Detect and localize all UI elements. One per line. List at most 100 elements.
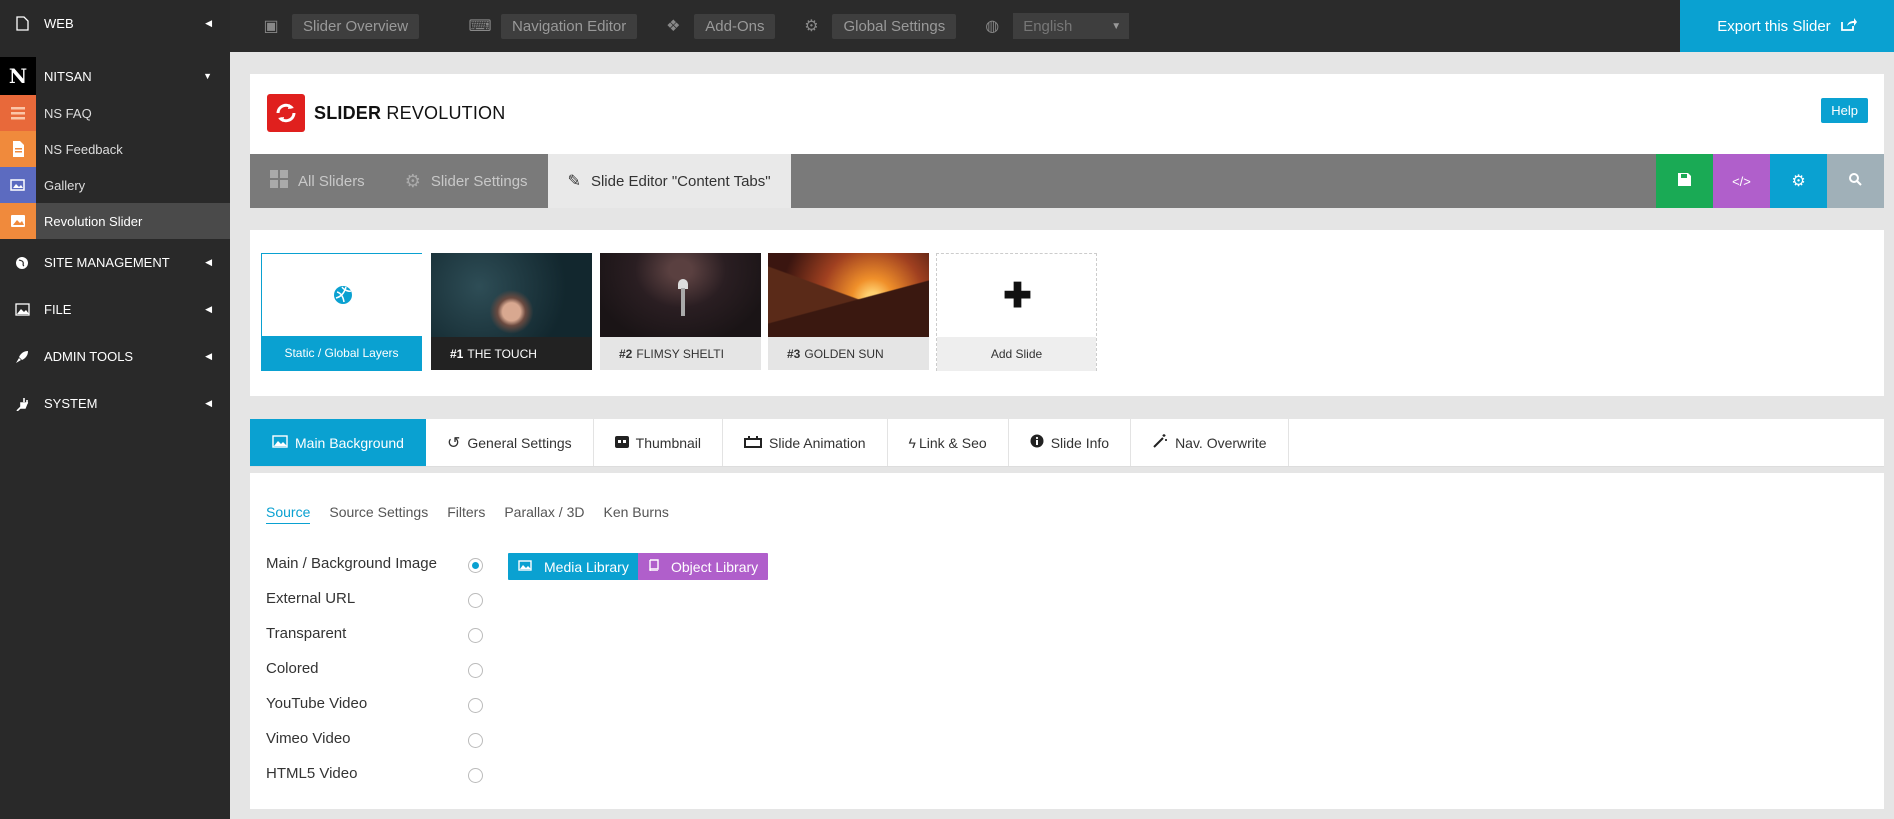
media-library-button[interactable]: Media Library bbox=[508, 553, 639, 580]
subtab-source[interactable]: Source bbox=[266, 504, 311, 524]
subtab-parallax-3d[interactable]: Parallax / 3D bbox=[504, 504, 584, 524]
animation-icon bbox=[744, 435, 763, 451]
grid-icon bbox=[270, 169, 288, 193]
option-vimeo-video-label: Vimeo Video bbox=[266, 730, 351, 747]
image-icon bbox=[272, 434, 288, 451]
export-label: Export this Slider bbox=[1717, 17, 1831, 35]
radio-youtube-video[interactable] bbox=[468, 698, 483, 713]
slide-thumbnail-golden-sun bbox=[768, 253, 929, 337]
bolt-icon: ϟ bbox=[908, 434, 916, 451]
settings-button[interactable]: ⚙ bbox=[1770, 154, 1827, 208]
rocket-icon bbox=[14, 349, 30, 365]
gear-icon: ⚙ bbox=[804, 18, 819, 35]
sidebar-item-label: SYSTEM bbox=[44, 396, 98, 411]
export-slider-button[interactable]: Export this Slider bbox=[1680, 0, 1894, 52]
tab-thumbnail[interactable]: Thumbnail bbox=[594, 419, 724, 466]
tab-label: Slide Animation bbox=[769, 434, 866, 451]
tab-general-settings[interactable]: ↺ General Settings bbox=[426, 419, 594, 466]
option-youtube-video-label: YouTube Video bbox=[266, 695, 368, 712]
radio-main-background-image[interactable] bbox=[468, 558, 483, 573]
tab-all-sliders[interactable]: All Sliders bbox=[250, 154, 385, 208]
tab-slide-info[interactable]: Slide Info bbox=[1009, 419, 1132, 466]
search-icon bbox=[1849, 173, 1862, 189]
radio-transparent[interactable] bbox=[468, 628, 483, 643]
slide-label: #1 THE TOUCH bbox=[431, 337, 592, 370]
caret-left-icon: ◀ bbox=[205, 18, 212, 28]
cubes-icon: ❖ bbox=[666, 18, 681, 35]
sidebar-item-label: SITE MANAGEMENT bbox=[44, 255, 170, 270]
nitsan-logo: N bbox=[0, 57, 36, 95]
option-main-background-image-label: Main / Background Image bbox=[266, 555, 437, 572]
radio-html5-video[interactable] bbox=[468, 768, 483, 783]
global-settings-button[interactable]: ⚙ Global Settings bbox=[800, 13, 957, 39]
tab-main-background[interactable]: Main Background bbox=[250, 419, 426, 466]
slide-thumbnail-flimsy-shelter bbox=[600, 253, 761, 337]
tab-slide-animation[interactable]: Slide Animation bbox=[723, 419, 888, 466]
sidebar-item-site-management[interactable]: SITE MANAGEMENT ◀ bbox=[0, 239, 230, 286]
logo-bold-text: SLIDER bbox=[314, 103, 382, 123]
tab-label: Slide Editor "Content Tabs" bbox=[590, 172, 771, 190]
slide-thumbnail bbox=[262, 254, 423, 336]
book-icon bbox=[648, 559, 659, 574]
sidebar-item-system[interactable]: SYSTEM ◀ bbox=[0, 380, 230, 427]
slide-title: GOLDEN SUN bbox=[804, 346, 884, 361]
caret-left-icon: ◀ bbox=[205, 257, 212, 267]
slider-overview-button[interactable]: ▣ Slider Overview bbox=[260, 13, 420, 39]
sidebar-item-ns-faq[interactable]: NS FAQ bbox=[0, 95, 230, 131]
sidebar-item-nitsan[interactable]: N NITSAN ▼ bbox=[0, 57, 230, 95]
add-slide-button[interactable]: ✚ Add Slide bbox=[936, 253, 1097, 371]
sidebar-item-ns-feedback[interactable]: NS Feedback bbox=[0, 131, 230, 167]
tab-nav-overwrite[interactable]: Nav. Overwrite bbox=[1131, 419, 1289, 466]
tab-link-seo[interactable]: ϟ Link & Seo bbox=[888, 419, 1009, 466]
caret-down-icon: ▼ bbox=[203, 71, 212, 81]
search-button[interactable] bbox=[1827, 154, 1884, 208]
sidebar: WEB ◀ N NITSAN ▼ NS FAQ NS Feedback Gall… bbox=[0, 0, 230, 819]
option-transparent-label: Transparent bbox=[266, 625, 347, 642]
tab-label: Slide Info bbox=[1050, 434, 1110, 451]
sidebar-item-file[interactable]: FILE ◀ bbox=[0, 286, 230, 333]
code-button[interactable]: </> bbox=[1713, 154, 1770, 208]
sidebar-item-admin-tools[interactable]: ADMIN TOOLS ◀ bbox=[0, 333, 230, 380]
sidebar-item-label: NS FAQ bbox=[44, 105, 92, 121]
subtab-source-settings[interactable]: Source Settings bbox=[329, 504, 428, 524]
media-library-label: Media Library bbox=[544, 558, 629, 575]
subtab-ken-burns[interactable]: Ken Burns bbox=[603, 504, 668, 524]
sidebar-item-revolution-slider[interactable]: Revolution Slider bbox=[0, 203, 230, 239]
slider-overview-label: Slider Overview bbox=[292, 13, 420, 39]
slide-label: #2 FLIMSY SHELTI bbox=[600, 337, 761, 370]
object-library-button[interactable]: Object Library bbox=[638, 553, 769, 580]
globe-icon bbox=[333, 286, 352, 304]
subtab-filters[interactable]: Filters bbox=[447, 504, 485, 524]
navigation-editor-button[interactable]: ⌨ Navigation Editor bbox=[468, 13, 638, 39]
keyboard-icon: ⌨ bbox=[468, 18, 492, 35]
thumbnail-icon bbox=[614, 435, 629, 451]
navigation-editor-label: Navigation Editor bbox=[501, 13, 638, 39]
radio-vimeo-video[interactable] bbox=[468, 733, 483, 748]
slide-2[interactable]: #2 FLIMSY SHELTI bbox=[600, 253, 761, 371]
addons-button[interactable]: ❖ Add-Ons bbox=[662, 13, 776, 39]
share-icon bbox=[1840, 17, 1857, 35]
language-select[interactable]: English ▼ bbox=[1013, 13, 1130, 39]
sidebar-item-web[interactable]: WEB ◀ bbox=[0, 0, 230, 47]
sidebar-item-gallery[interactable]: Gallery bbox=[0, 167, 230, 203]
radio-external-url[interactable] bbox=[468, 593, 483, 608]
option-html5-video-label: HTML5 Video bbox=[266, 765, 358, 782]
help-button[interactable]: Help bbox=[1821, 98, 1868, 123]
image-icon bbox=[14, 302, 30, 318]
save-button[interactable] bbox=[1656, 154, 1713, 208]
sidebar-item-label: ADMIN TOOLS bbox=[44, 349, 134, 364]
tab-slider-settings[interactable]: ⚙ Slider Settings bbox=[385, 154, 548, 208]
plug-icon bbox=[14, 396, 30, 412]
editor-tabs: All Sliders ⚙ Slider Settings ✎ Slide Ed… bbox=[250, 154, 1884, 208]
radio-colored[interactable] bbox=[468, 663, 483, 678]
slide-3[interactable]: #3 GOLDEN SUN bbox=[768, 253, 929, 371]
slider-revolution-logo-text: SLIDER REVOLUTION bbox=[314, 103, 505, 124]
slide-static-global-layers[interactable]: Static / Global Layers bbox=[261, 253, 423, 371]
faq-icon bbox=[0, 95, 36, 131]
tab-slide-editor[interactable]: ✎ Slide Editor "Content Tabs" bbox=[547, 154, 791, 208]
language-group: ◍ English ▼ bbox=[981, 13, 1130, 39]
slide-label: Static / Global Layers bbox=[262, 336, 421, 370]
slide-1[interactable]: #1 THE TOUCH bbox=[431, 253, 592, 371]
tab-label: General Settings bbox=[467, 434, 572, 451]
slider-revolution-header: SLIDER REVOLUTION Help bbox=[250, 74, 1884, 154]
